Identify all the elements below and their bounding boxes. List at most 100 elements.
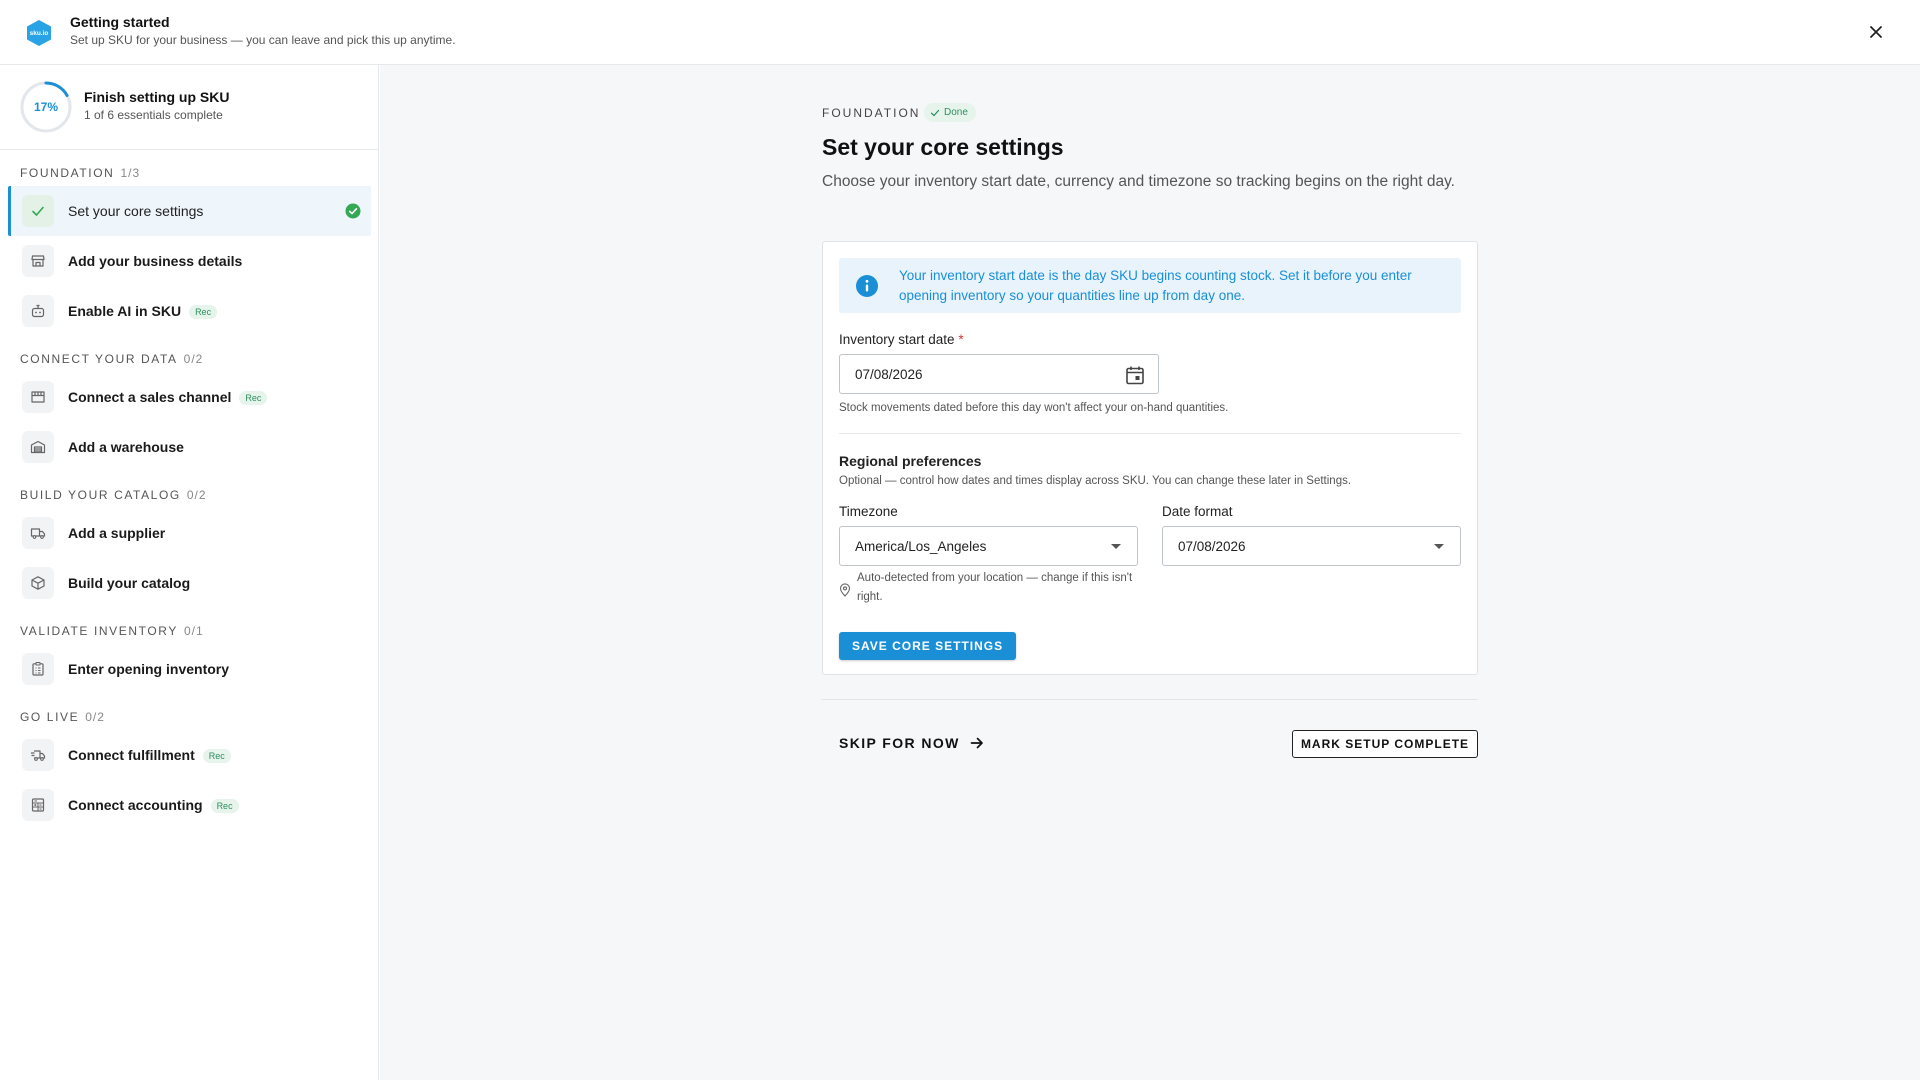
section-header-foundation: Foundation 1/3 [20,166,140,180]
top-header: sku.io Getting started Set up SKU for yo… [0,0,1920,65]
sidebar-item-label: Connect a sales channel Rec [68,389,268,405]
sidebar-item-enable-ai[interactable]: Enable AI in SKU Rec [8,286,371,336]
done-status-badge: Done [924,103,976,122]
date-format-value: 07/08/2026 [1178,538,1246,554]
recommended-badge: Rec [239,391,268,405]
sidebar-item-text: Connect a sales channel [68,389,232,405]
inventory-start-date-input[interactable]: 07/08/2026 [839,354,1159,394]
sidebar-item-label: Set your core settings [68,203,204,219]
step-icon-wrap [22,739,54,771]
sidebar-item-label: Add your business details [68,253,243,269]
sidebar-item-fulfillment[interactable]: Connect fulfillment Rec [8,730,371,780]
sidebar-item-text: Enable AI in SKU [68,303,182,319]
calculator-icon [31,798,45,812]
sidebar-item-business-details[interactable]: Add your business details [8,236,371,286]
section-count: 0/2 [85,710,105,724]
sidebar-item-sales-channel[interactable]: Connect a sales channel Rec [8,372,371,422]
store-icon [31,391,45,403]
header-title: Getting started [70,14,170,30]
save-core-settings-button[interactable]: SAVE CORE SETTINGS [839,632,1017,660]
sidebar-item-label: Connect fulfillment Rec [68,747,231,763]
close-button[interactable] [1864,20,1888,44]
logo-text: sku.io [30,30,49,37]
robot-icon [31,304,45,318]
page-description: Choose your inventory start date, curren… [822,173,1455,190]
timezone-value: America/Los_Angeles [855,538,987,554]
date-format-label: Date format [1162,504,1233,519]
progress-subtitle: 1 of 6 essentials complete [84,108,223,122]
chevron-down-icon [1434,544,1444,549]
page-title: Set your core settings [822,134,1064,160]
header-subtitle: Set up SKU for your business — you can l… [70,33,456,47]
regional-preferences-help: Optional — control how dates and times d… [839,475,1352,487]
section-title: Go live [20,710,80,724]
start-date-value: 07/08/2026 [855,366,923,382]
progress-percent: 17% [33,100,59,114]
location-pin-icon [839,583,851,597]
timezone-help: Auto-detected from your location — chang… [857,572,1133,603]
sku-logo: sku.io [27,20,51,46]
section-header-validate-inventory: Validate inventory 0/1 [20,624,204,638]
sidebar-item-label: Add a supplier [68,525,166,541]
completed-check-icon [345,203,361,219]
date-format-select[interactable]: 07/08/2026 [1162,526,1461,566]
sidebar-item-label: Enable AI in SKU Rec [68,303,218,319]
sidebar-item-supplier[interactable]: Add a supplier [8,508,371,558]
sidebar-item-opening-inventory[interactable]: Enter opening inventory [8,644,371,694]
info-icon [856,275,878,297]
fast-truck-icon [31,750,46,761]
skip-for-now-button[interactable]: SKIP FOR NOW [839,733,984,753]
skip-label: SKIP FOR NOW [839,735,960,751]
section-header-connect-data: Connect your data 0/2 [20,352,203,366]
calendar-icon[interactable] [1124,364,1146,386]
required-asterisk: * [958,332,964,347]
card-divider [839,433,1461,434]
section-title: Foundation [20,166,115,180]
step-icon-wrap [22,431,54,463]
sidebar-item-label: Connect accounting Rec [68,797,239,813]
info-banner: Your inventory start date is the day SKU… [839,258,1461,313]
setup-sidebar: 17% Finish setting up SKU 1 of 6 essenti… [0,65,379,1080]
recommended-badge: Rec [202,749,231,763]
sidebar-item-catalog[interactable]: Build your catalog [8,558,371,608]
start-date-label: Inventory start date * [839,332,964,347]
step-icon-wrap [22,381,54,413]
start-date-label-text: Inventory start date [839,332,955,347]
sidebar-item-accounting[interactable]: Connect accounting Rec [8,780,371,830]
chevron-down-icon [1111,544,1121,549]
sidebar-item-text: Connect accounting [68,797,203,813]
warehouse-icon [30,440,46,454]
section-count: 1/3 [120,166,141,180]
section-count: 0/2 [183,352,204,366]
check-icon [930,109,940,116]
clipboard-icon [32,662,44,676]
section-count: 0/1 [183,624,204,638]
close-icon [1870,26,1882,38]
done-label: Done [944,107,968,118]
truck-icon [30,528,46,539]
section-header-go-live: Go live 0/2 [20,710,105,724]
storefront-icon [31,255,45,267]
mark-setup-complete-button[interactable]: MARK SETUP COMPLETE [1292,730,1478,758]
core-settings-card: Your inventory start date is the day SKU… [822,241,1478,675]
progress-title: Finish setting up SKU [84,89,230,105]
step-icon-wrap [22,567,54,599]
step-section-eyebrow: Foundation [822,106,921,120]
sidebar-item-core-settings[interactable]: Set your core settings [8,186,371,236]
sidebar-item-label: Build your catalog [68,575,191,591]
section-title: Connect your data [20,352,178,366]
info-banner-text: Your inventory start date is the day SKU… [899,268,1412,303]
check-icon [32,206,44,216]
step-icon-wrap [22,295,54,327]
regional-preferences-title: Regional preferences [839,453,982,469]
timezone-select[interactable]: America/Los_Angeles [839,526,1138,566]
sidebar-item-label: Add a warehouse [68,439,184,455]
arrow-right-icon [970,737,983,749]
sidebar-item-warehouse[interactable]: Add a warehouse [8,422,371,472]
step-icon-wrap [22,653,54,685]
section-title: Validate inventory [20,624,178,638]
recommended-badge: Rec [189,305,218,319]
box-icon [31,576,45,590]
start-date-help: Stock movements dated before this day wo… [839,402,1229,414]
section-header-build-catalog: Build your catalog 0/2 [20,488,207,502]
